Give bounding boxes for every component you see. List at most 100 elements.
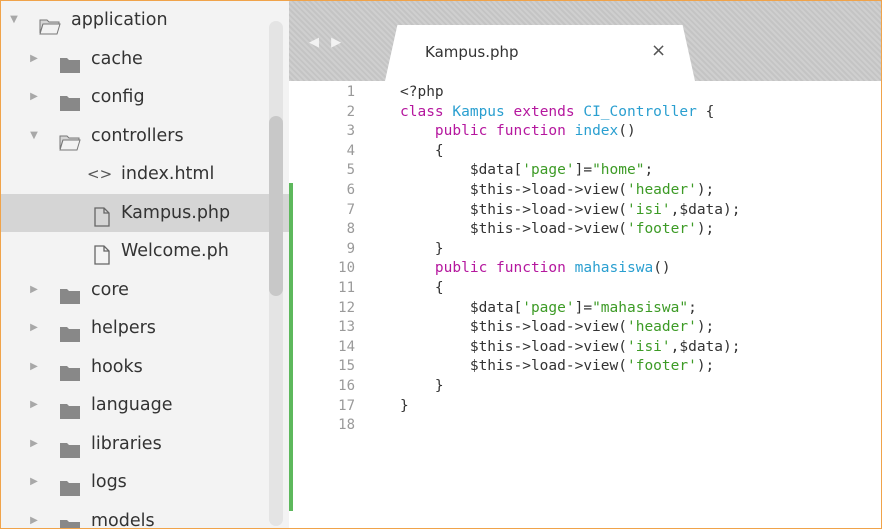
code-editor[interactable]: ◀ ▶ Kampus.php × 1 <?php 2 class Kampus ext… bbox=[289, 1, 881, 528]
close-icon[interactable]: × bbox=[651, 40, 666, 61]
chevron-right-icon[interactable]: ▶ bbox=[27, 463, 41, 502]
tree-item-cache[interactable]: ▶ cache bbox=[1, 40, 289, 79]
line-number: 2 bbox=[346, 103, 355, 120]
line-source: $data['page']="home"; bbox=[400, 161, 653, 181]
line-number: 9 bbox=[346, 240, 355, 257]
code-line[interactable]: 3 public function index() bbox=[289, 122, 881, 142]
line-number: 16 bbox=[338, 377, 355, 394]
code-line[interactable]: 5 $data['page']="home"; bbox=[289, 161, 881, 181]
code-line[interactable]: 14 $this->load->view('isi',$data); bbox=[289, 338, 881, 358]
tree-item-index-html[interactable]: <> index.html bbox=[1, 155, 289, 194]
sidebar-scrollbar-thumb[interactable] bbox=[269, 116, 283, 296]
code-token: $this->load->view( bbox=[400, 319, 627, 336]
line-source: $this->load->view('header'); bbox=[400, 318, 714, 338]
code-line[interactable]: 9 } bbox=[289, 240, 881, 260]
tab-label: Kampus.php bbox=[425, 43, 519, 61]
tree-item-label: logs bbox=[91, 472, 127, 492]
tree-item-core[interactable]: ▶ core bbox=[1, 271, 289, 310]
line-number: 8 bbox=[346, 221, 355, 238]
code-line[interactable]: 8 $this->load->view('footer'); bbox=[289, 220, 881, 240]
code-line[interactable]: 4 { bbox=[289, 142, 881, 162]
tree-item-label: Welcome.ph bbox=[121, 241, 229, 261]
code-line[interactable]: 11 { bbox=[289, 279, 881, 299]
tree-item-welcome-ph[interactable]: Welcome.ph bbox=[1, 232, 289, 271]
line-number: 6 bbox=[346, 181, 355, 198]
tree-item-label: controllers bbox=[91, 125, 184, 146]
code-token: () bbox=[618, 123, 636, 140]
line-number: 11 bbox=[338, 279, 355, 296]
tree-item-config[interactable]: ▶ config bbox=[1, 78, 289, 117]
code-line[interactable]: 1 <?php bbox=[289, 83, 881, 103]
code-token: 'footer' bbox=[626, 358, 697, 375]
folder-icon bbox=[59, 319, 81, 342]
chevron-down-icon[interactable]: ▼ bbox=[7, 1, 21, 40]
code-token: $this->load->view( bbox=[400, 358, 627, 375]
code-token: "mahasiswa" bbox=[592, 299, 689, 316]
tree-item-libraries[interactable]: ▶ libraries bbox=[1, 425, 289, 464]
tree-item-hooks[interactable]: ▶ hooks bbox=[1, 348, 289, 387]
code-token: index bbox=[574, 123, 619, 140]
tree-item-controllers[interactable]: ▼ controllers bbox=[1, 117, 289, 156]
code-token: { bbox=[400, 142, 444, 159]
code-area[interactable]: 1 <?php 2 class Kampus extends CI_Controlle… bbox=[289, 83, 881, 436]
code-token: 'isi' bbox=[626, 338, 671, 355]
chevron-right-icon[interactable]: ▶ bbox=[27, 386, 41, 425]
line-number: 14 bbox=[338, 338, 355, 355]
tree-item-label: index.html bbox=[121, 164, 215, 184]
chevron-right-icon[interactable]: ▶ bbox=[27, 309, 41, 348]
tree-item-language[interactable]: ▶ language bbox=[1, 386, 289, 425]
code-token: } bbox=[400, 397, 409, 414]
line-number: 1 bbox=[346, 84, 355, 100]
line-number: 5 bbox=[346, 162, 355, 179]
code-line[interactable]: 12 $data['page']="mahasiswa"; bbox=[289, 299, 881, 319]
tree-item-helpers[interactable]: ▶ helpers bbox=[1, 309, 289, 348]
code-line[interactable]: 15 $this->load->view('footer'); bbox=[289, 357, 881, 377]
line-source: $data['page']="mahasiswa"; bbox=[400, 299, 697, 319]
tree-item-models[interactable]: ▶ models bbox=[1, 502, 289, 529]
code-token: 'header' bbox=[626, 319, 697, 336]
folder-icon bbox=[59, 88, 81, 111]
tree-item-application[interactable]: ▼ application bbox=[1, 1, 289, 40]
tree-item-logs[interactable]: ▶ logs bbox=[1, 463, 289, 502]
code-line[interactable]: 13 $this->load->view('header'); bbox=[289, 318, 881, 338]
chevron-right-icon[interactable]: ▶ bbox=[27, 78, 41, 117]
code-line[interactable]: 17} bbox=[289, 397, 881, 417]
chevron-right-icon[interactable]: ▶ bbox=[27, 425, 41, 464]
code-token: ); bbox=[696, 358, 715, 375]
code-line[interactable]: 6 $this->load->view('header'); bbox=[289, 181, 881, 201]
line-source: $this->load->view('footer'); bbox=[400, 357, 714, 377]
code-token: $data[ bbox=[400, 299, 523, 316]
line-source: $this->load->view('isi',$data); bbox=[400, 201, 741, 221]
line-source: { bbox=[400, 142, 444, 162]
chevron-right-icon[interactable]: ▶ bbox=[27, 348, 41, 387]
line-number: 7 bbox=[346, 201, 355, 218]
tree-item-label: core bbox=[91, 279, 129, 300]
folder-icon bbox=[59, 512, 81, 528]
code-line[interactable]: 18 bbox=[289, 416, 881, 436]
code-token: Kampus bbox=[452, 103, 514, 120]
file-icon bbox=[93, 203, 111, 227]
tree-item-kampus-php[interactable]: Kampus.php bbox=[1, 193, 289, 232]
chevron-right-icon[interactable]: ▶ bbox=[27, 40, 41, 79]
sidebar-scrollbar[interactable] bbox=[269, 21, 283, 526]
code-token: ; bbox=[688, 299, 697, 316]
code-token: 'header' bbox=[626, 181, 697, 198]
code-line[interactable]: 2 class Kampus extends CI_Controller { bbox=[289, 103, 881, 123]
code-line[interactable]: 16 } bbox=[289, 377, 881, 397]
folder-icon bbox=[59, 281, 81, 304]
code-line[interactable]: 10 public function mahasiswa() bbox=[289, 259, 881, 279]
tree-item-label: cache bbox=[91, 48, 143, 69]
code-line[interactable]: 7 $this->load->view('isi',$data); bbox=[289, 201, 881, 221]
chevron-right-icon[interactable]: ▶ bbox=[27, 502, 41, 529]
tab-kampus-php[interactable]: Kampus.php × bbox=[385, 25, 695, 81]
code-token: CI_Controller bbox=[583, 103, 697, 120]
code-token: mahasiswa bbox=[574, 260, 654, 277]
line-number: 10 bbox=[338, 260, 355, 277]
tree-item-label: libraries bbox=[91, 433, 162, 454]
chevron-down-icon[interactable]: ▼ bbox=[27, 117, 41, 156]
tab-nav-arrows[interactable]: ◀ ▶ bbox=[309, 35, 345, 50]
code-token: $this->load->view( bbox=[400, 181, 627, 198]
code-token: } bbox=[400, 240, 444, 257]
code-token: ,$data); bbox=[670, 338, 741, 355]
chevron-right-icon[interactable]: ▶ bbox=[27, 271, 41, 310]
